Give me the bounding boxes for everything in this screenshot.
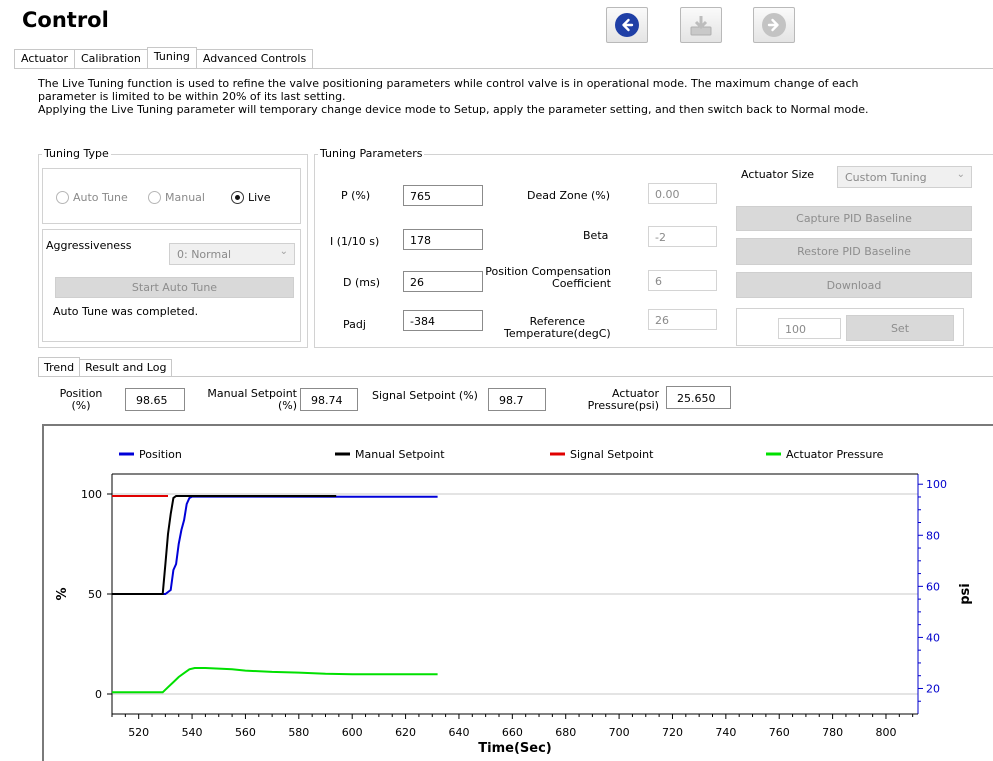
chevron-down-icon: ⌄ [279,246,288,257]
set-value-input: 100 [778,318,841,339]
description-line: The Live Tuning function is used to refi… [38,77,859,90]
p-input[interactable]: 765 [403,185,483,206]
x-tick-label: 780 [822,726,843,739]
aggressiveness-label: Aggressiveness [46,239,132,252]
x-tick-label: 760 [769,726,790,739]
x-tick-label: 520 [128,726,149,739]
tab-calibration[interactable]: Calibration [73,49,148,68]
actuator-size-select[interactable]: Custom Tuning ⌄ [837,166,972,188]
tuning-type-label: Tuning Type [42,147,111,160]
x-tick-label: 640 [448,726,469,739]
y-left-tick-label: 50 [88,588,102,601]
beta-input: -2 [648,226,717,247]
download-icon [690,16,712,36]
y-right-tick-label: 40 [926,631,940,644]
dead-zone-label: Dead Zone (%) [527,189,610,202]
actuator-pressure-readout-label: Actuator Pressure(psi) [587,387,659,412]
capture-pid-baseline-button[interactable]: Capture PID Baseline [736,206,972,231]
trend-tabs: Trend Result and Log [38,357,173,376]
start-auto-tune-button[interactable]: Start Auto Tune [55,277,294,298]
trend-chart: 520 540 560 580 600 620 640 660 680 700 720 740 760 7… [42,424,993,761]
y-right-tick-label: 20 [926,682,940,695]
series-line-actuator-pressure [112,667,438,694]
radio-auto-tune[interactable]: Auto Tune [56,191,128,204]
d-label: D (ms) [343,276,380,289]
manual-setpoint-readout-label: Manual Setpoint (%) [207,387,297,412]
d-input[interactable]: 26 [403,271,483,292]
i-label: I (1/10 s) [330,235,380,248]
radio-live[interactable]: Live [231,191,270,204]
set-button[interactable]: Set [846,315,954,341]
y-right-tick-label: 80 [926,529,940,542]
download-toolbar-button[interactable] [680,7,722,43]
x-tick-label: 600 [342,726,363,739]
description-line: Applying the Live Tuning parameter will … [38,103,869,116]
position-readout-label: Position (%) [59,387,103,412]
x-tick-label: 720 [662,726,683,739]
y-axis-label-left: % [55,587,70,600]
x-tick-label: 580 [288,726,309,739]
legend-label: Position [139,448,182,461]
subtab-divider [38,376,993,377]
main-tabs: Actuator Calibration Tuning Advanced Con… [14,47,314,68]
x-tick-label: 800 [875,726,896,739]
tab-actuator[interactable]: Actuator [14,49,75,68]
y-left-tick-label: 0 [95,688,102,701]
forward-arrow-icon [762,13,786,37]
x-tick-label: 560 [235,726,256,739]
x-tick-label: 540 [182,726,203,739]
series-line-manual-setpoint [112,495,337,595]
download-button[interactable]: Download [736,272,972,298]
x-tick-label: 680 [555,726,576,739]
x-axis-label: Time(Sec) [478,741,551,756]
x-tick-label: 620 [395,726,416,739]
tab-divider [14,68,993,69]
restore-pid-baseline-button[interactable]: Restore PID Baseline [736,238,972,265]
signal-setpoint-readout-label: Signal Setpoint (%) [372,389,478,402]
position-compensation-label: Position Compensation Coefficient [485,265,611,290]
reference-temperature-label: Reference Temperature(degC) [504,315,611,340]
tab-advanced-controls[interactable]: Advanced Controls [195,49,314,68]
manual-setpoint-readout: 98.74 [300,388,358,411]
aggressiveness-select[interactable]: 0: Normal ⌄ [169,243,295,265]
series-line-position [112,495,438,595]
y-left-tick-label: 100 [81,488,102,501]
padj-label: Padj [343,318,366,331]
legend-label: Signal Setpoint [570,448,654,461]
page-title: Control [22,8,109,32]
p-label: P (%) [341,189,371,202]
tab-tuning[interactable]: Tuning [146,47,197,68]
position-compensation-input: 6 [648,270,717,291]
auto-tune-status: Auto Tune was completed. [53,305,199,318]
y-right-tick-label: 60 [926,580,940,593]
dead-zone-input: 0.00 [648,183,717,204]
i-input[interactable]: 178 [403,229,483,250]
trend-chart-svg: 520 540 560 580 600 620 640 660 680 700 720 740 760 7… [55,448,973,756]
y-axis-label-right: psi [958,583,973,605]
tab-trend[interactable]: Trend [38,357,81,376]
tuning-parameters-label: Tuning Parameters [318,147,425,160]
x-tick-label: 660 [502,726,523,739]
padj-input[interactable]: -384 [403,310,483,331]
back-button[interactable] [606,7,648,43]
actuator-size-label: Actuator Size [741,168,815,181]
x-tick-label: 740 [715,726,736,739]
chevron-down-icon: ⌄ [956,169,965,180]
legend-label: Actuator Pressure [786,448,884,461]
beta-label: Beta [583,229,609,242]
forward-button[interactable] [753,7,795,43]
reference-temperature-input: 26 [648,309,717,330]
legend-label: Manual Setpoint [355,448,445,461]
position-readout: 98.65 [125,388,185,411]
description-line: parameter is limited to be within 20% of… [38,90,346,103]
description: The Live Tuning function is used to refi… [38,78,938,117]
x-tick-label: 700 [609,726,630,739]
back-arrow-icon [615,13,639,37]
y-right-tick-label: 100 [926,478,947,491]
actuator-pressure-readout: 25.650 [666,386,731,409]
radio-manual[interactable]: Manual [148,191,205,204]
tab-result-and-log[interactable]: Result and Log [79,359,173,376]
signal-setpoint-readout: 98.7 [488,388,546,411]
